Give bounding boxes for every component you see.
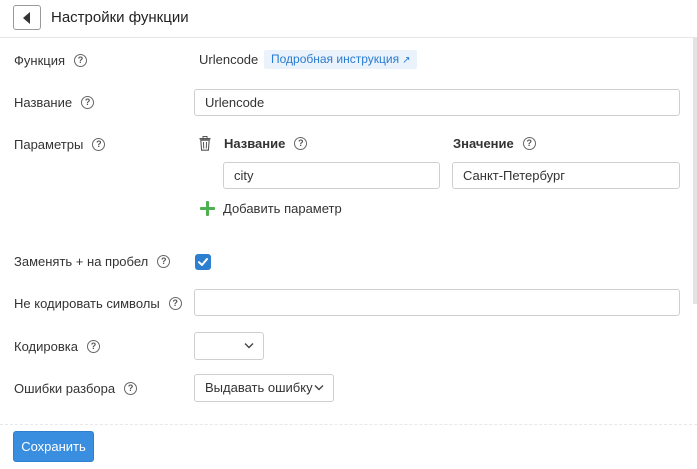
caret-left-icon [23, 12, 30, 24]
no-encode-label: Не кодировать символы [14, 296, 160, 311]
page-header: Настройки функции [0, 0, 697, 38]
param-value-header-label: Значение [453, 136, 514, 151]
trash-icon[interactable] [199, 136, 211, 151]
params-label: Параметры [14, 137, 84, 152]
check-icon [198, 258, 208, 266]
page-title: Настройки функции [51, 9, 189, 26]
param-value-header: Значение ? [453, 136, 536, 151]
function-label-row: Функция ? [14, 53, 87, 68]
parse-errors-select[interactable]: Выдавать ошибку [194, 374, 334, 402]
instruction-link-label: Подробная инструкция [271, 52, 400, 66]
chevron-down-icon [314, 385, 324, 391]
help-icon[interactable]: ? [86, 340, 100, 353]
instruction-link[interactable]: Подробная инструкция ↗ [264, 50, 418, 69]
encoding-label: Кодировка [14, 339, 78, 354]
replace-plus-label: Заменять + на пробел [14, 254, 149, 269]
parse-errors-label-row: Ошибки разбора ? [14, 381, 138, 396]
function-value: Urlencode [199, 52, 259, 67]
encoding-label-row: Кодировка ? [14, 339, 100, 354]
encoding-select[interactable] [194, 332, 264, 360]
help-icon[interactable]: ? [157, 255, 171, 268]
param-name-header-label: Название [224, 136, 286, 151]
replace-plus-checkbox[interactable] [195, 254, 211, 270]
no-encode-input[interactable] [194, 289, 680, 316]
help-icon[interactable]: ? [81, 96, 95, 109]
param-name-input[interactable] [223, 162, 440, 189]
params-label-row: Параметры ? [14, 137, 106, 152]
help-icon[interactable]: ? [294, 137, 308, 150]
scrollbar[interactable] [693, 38, 697, 304]
name-label-row: Название ? [14, 95, 95, 110]
replace-plus-label-row: Заменять + на пробел ? [14, 254, 171, 269]
param-name-header: Название ? [224, 136, 308, 151]
add-param-button[interactable]: Добавить параметр [200, 201, 342, 216]
help-icon[interactable]: ? [92, 138, 106, 151]
param-value-input[interactable] [452, 162, 680, 189]
help-icon[interactable]: ? [168, 297, 182, 310]
name-input[interactable] [194, 89, 680, 116]
name-label: Название [14, 95, 73, 110]
function-label: Функция [14, 53, 65, 68]
no-encode-label-row: Не кодировать символы ? [14, 296, 182, 311]
form-footer [0, 424, 697, 469]
external-link-icon: ↗ [402, 55, 411, 66]
save-button[interactable]: Сохранить [13, 431, 94, 462]
parse-errors-label: Ошибки разбора [14, 381, 116, 396]
help-icon[interactable]: ? [124, 382, 138, 395]
help-icon[interactable]: ? [74, 54, 87, 67]
parse-errors-value: Выдавать ошибку [205, 380, 313, 395]
add-param-label: Добавить параметр [223, 201, 342, 216]
chevron-down-icon [244, 343, 254, 349]
back-button[interactable] [13, 5, 41, 30]
help-icon[interactable]: ? [522, 137, 536, 150]
plus-icon [200, 201, 215, 216]
